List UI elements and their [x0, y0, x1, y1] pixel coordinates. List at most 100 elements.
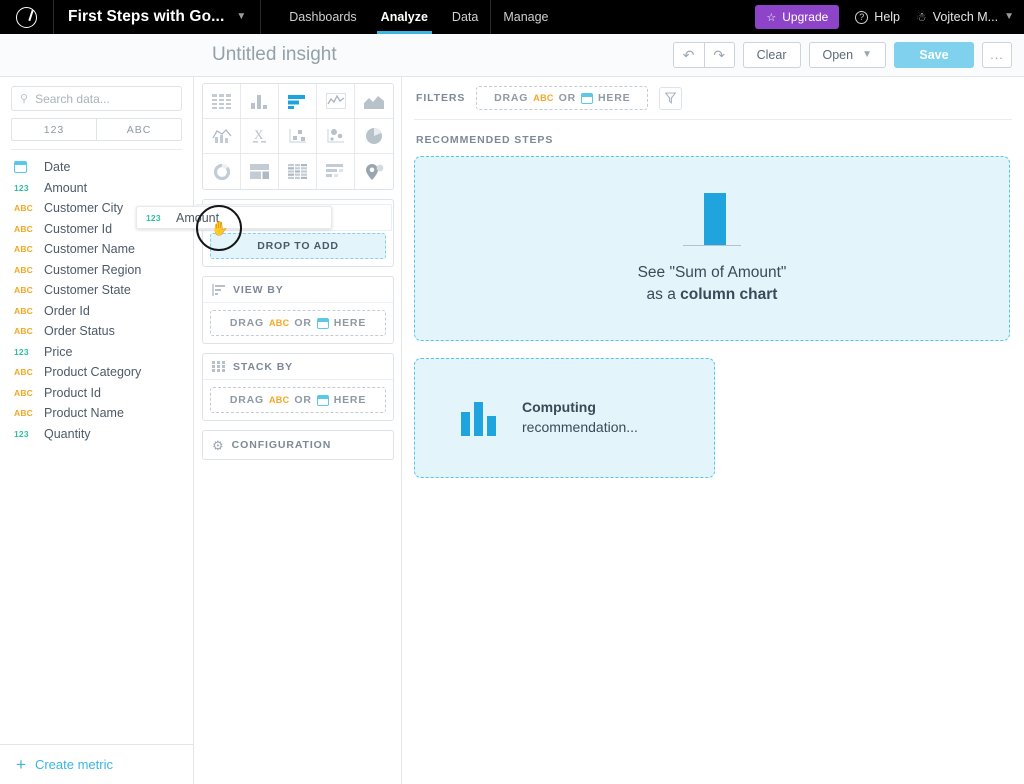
viz-type-bullet-chart-icon[interactable]: [317, 154, 355, 189]
help-button[interactable]: ? Help: [855, 10, 900, 24]
field-item-customer-state[interactable]: ABC Customer State: [0, 280, 193, 301]
field-item-amount[interactable]: 123 Amount: [0, 178, 193, 199]
user-icon: ☃: [916, 10, 927, 24]
field-item-product-name[interactable]: ABC Product Name: [0, 403, 193, 424]
bar-chart-icon: [461, 400, 496, 436]
field-label: Quantity: [44, 427, 91, 441]
search-input[interactable]: ⚲ Search data...: [11, 86, 182, 111]
filter-numeric-button[interactable]: 123: [11, 118, 96, 141]
svg-text:X: X: [254, 128, 264, 142]
attribute-icon: ABC: [14, 265, 36, 275]
dz-or-label: OR: [559, 92, 576, 104]
viz-type-combo-chart-icon[interactable]: [203, 119, 241, 154]
single-column-chart-icon: [675, 192, 749, 248]
stack-by-icon: [212, 361, 225, 372]
open-button[interactable]: Open ▼: [809, 42, 887, 68]
question-circle-icon: ?: [855, 11, 868, 24]
field-item-product-id[interactable]: ABC Product Id: [0, 383, 193, 404]
view-by-title: VIEW BY: [233, 284, 284, 296]
dz-here-label: HERE: [334, 317, 366, 329]
redo-icon[interactable]: ↷: [704, 42, 735, 68]
field-label: Amount: [44, 181, 87, 195]
project-name: First Steps with Go...: [68, 8, 224, 26]
stack-by-dropzone[interactable]: DRAG ABC OR HERE: [210, 387, 386, 413]
chevron-down-icon: ▼: [1004, 12, 1014, 22]
viz-type-bar-chart-icon[interactable]: [279, 84, 317, 119]
viz-type-heatmap-icon[interactable]: [279, 154, 317, 189]
viz-type-treemap-icon[interactable]: [241, 154, 279, 189]
viz-type-pie-chart-icon[interactable]: [355, 119, 393, 154]
viz-type-area-chart-icon[interactable]: [355, 84, 393, 119]
dz-drag-label: DRAG: [230, 394, 264, 406]
field-label: Customer Name: [44, 242, 135, 256]
field-item-product-category[interactable]: ABC Product Category: [0, 362, 193, 383]
help-label: Help: [874, 10, 900, 24]
save-button[interactable]: Save: [894, 42, 974, 68]
configuration-section[interactable]: ⚙ CONFIGURATION: [202, 430, 394, 460]
attribute-icon: ABC: [14, 326, 36, 336]
recommendation-secondary-text: Computing recommendation...: [522, 398, 638, 438]
page-title[interactable]: Untitled insight: [212, 44, 337, 66]
create-metric-button[interactable]: + Create metric: [0, 744, 194, 784]
dz-or-label: OR: [294, 394, 311, 406]
dz-drag-label: DRAG: [494, 92, 528, 104]
plus-icon: +: [16, 756, 26, 773]
field-label: Customer Id: [44, 222, 112, 236]
gooddata-logo-icon: [16, 7, 37, 28]
date-icon: [317, 395, 329, 406]
viz-type-line-chart-icon[interactable]: [317, 84, 355, 119]
numeric-icon: 123: [14, 347, 36, 357]
field-item-order-status[interactable]: ABC Order Status: [0, 321, 193, 342]
attribute-icon: ABC: [533, 93, 553, 103]
field-item-date[interactable]: Date: [0, 157, 193, 178]
viz-type-donut-chart-icon[interactable]: [203, 154, 241, 189]
nav-item-data[interactable]: Data: [440, 0, 490, 34]
field-label: Price: [44, 345, 72, 359]
upgrade-button[interactable]: ☆ Upgrade: [755, 5, 839, 29]
viz-type-geo-pushpin-icon[interactable]: [355, 154, 393, 189]
viz-type-column-chart-icon[interactable]: [241, 84, 279, 119]
field-label: Order Id: [44, 304, 90, 318]
field-item-customer-name[interactable]: ABC Customer Name: [0, 239, 193, 260]
user-menu[interactable]: ☃ Vojtech M... ▼: [916, 10, 1014, 24]
recommendation-card-primary[interactable]: See "Sum of Amount" as a column chart: [414, 156, 1010, 341]
field-item-customer-region[interactable]: ABC Customer Region: [0, 260, 193, 281]
nav-item-manage[interactable]: Manage: [491, 0, 560, 34]
recommendation-card-secondary[interactable]: Computing recommendation...: [414, 358, 715, 478]
attribute-icon: ABC: [14, 224, 36, 234]
more-options-button[interactable]: ...: [982, 42, 1012, 68]
view-by-bucket-header: VIEW BY: [203, 277, 393, 303]
viz-type-table-icon[interactable]: [203, 84, 241, 119]
view-by-dropzone[interactable]: DRAG ABC OR HERE: [210, 310, 386, 336]
viz-type-bubble-chart-icon[interactable]: [279, 119, 317, 154]
recommendation-secondary-line2: recommendation...: [522, 419, 638, 435]
clear-button[interactable]: Clear: [743, 42, 801, 68]
field-item-price[interactable]: 123 Price: [0, 342, 193, 363]
stack-by-bucket: STACK BY DRAG ABC OR HERE: [202, 353, 394, 421]
filters-dropzone[interactable]: DRAG ABC OR HERE: [476, 86, 648, 110]
filter-funnel-button[interactable]: [659, 87, 682, 110]
nav-item-dashboards[interactable]: Dashboards: [277, 0, 368, 34]
app-logo[interactable]: [0, 0, 54, 34]
project-switcher[interactable]: First Steps with Go... ▼: [54, 0, 261, 34]
field-label: Product Category: [44, 365, 141, 379]
field-label: Customer Region: [44, 263, 141, 277]
field-item-order-id[interactable]: ABC Order Id: [0, 301, 193, 322]
undo-icon[interactable]: ↶: [673, 42, 704, 68]
nav-item-analyze[interactable]: Analyze: [369, 0, 440, 34]
star-icon: ☆: [766, 11, 776, 24]
field-item-quantity[interactable]: 123 Quantity: [0, 424, 193, 445]
filter-funnel-icon: [665, 92, 676, 104]
filter-attribute-button[interactable]: ABC: [96, 118, 182, 141]
gear-icon: ⚙: [212, 439, 224, 452]
upgrade-label: Upgrade: [782, 10, 828, 24]
create-metric-label: Create metric: [35, 757, 113, 772]
view-by-icon: [212, 284, 225, 296]
main-canvas: FILTERS DRAG ABC OR HERE RECOMMENDED STE…: [402, 77, 1024, 784]
viz-type-scatter-plot-icon[interactable]: X: [241, 119, 279, 154]
field-label: Product Id: [44, 386, 101, 400]
chevron-down-icon: ▼: [862, 50, 872, 60]
data-catalog-sidebar: ⚲ Search data... 123 ABC Date 123 Amount…: [0, 77, 194, 784]
viz-type-bubble-chart-alt-icon[interactable]: [317, 119, 355, 154]
undo-redo-group: ↶ ↷: [673, 42, 735, 68]
